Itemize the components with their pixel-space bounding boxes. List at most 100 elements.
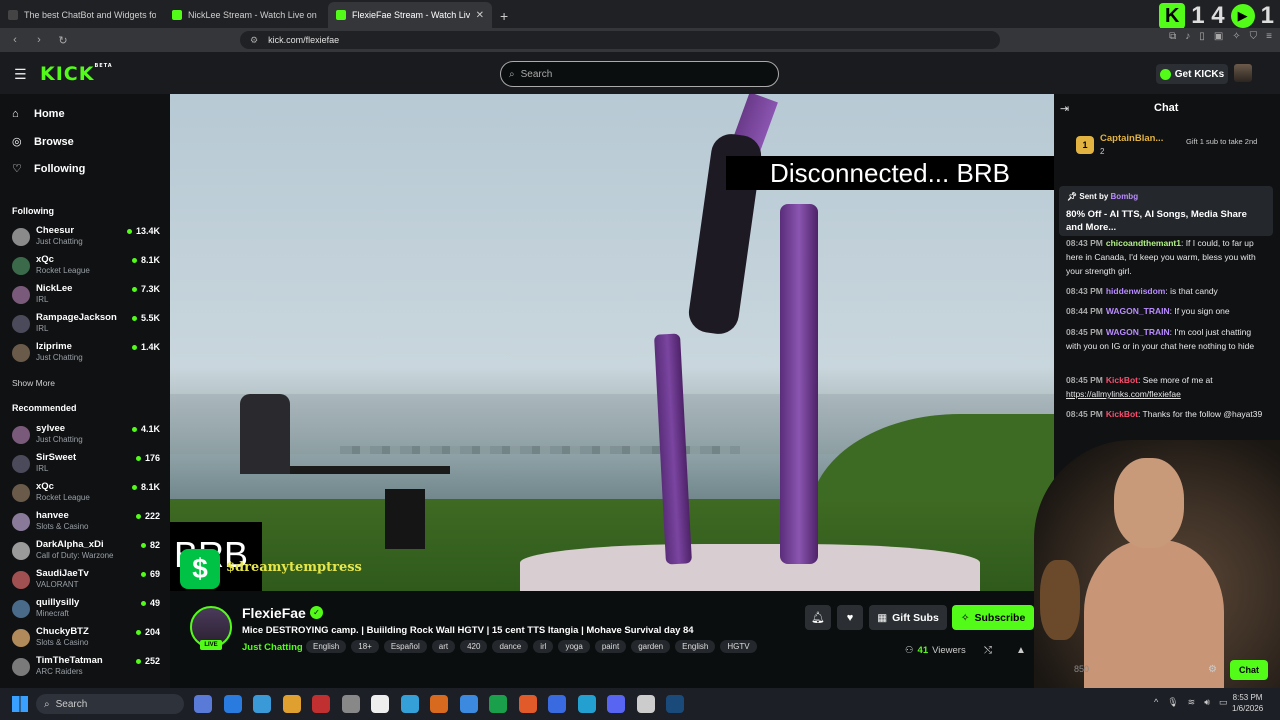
sidebar-channel-item[interactable]: RampageJackson IRL 5.5K — [12, 312, 160, 338]
pinned-message[interactable]: 📌︎ Sent by Bombg 80% Off - AI TTS, AI So… — [1059, 186, 1273, 236]
chat-username[interactable]: WAGON_TRAIN — [1106, 306, 1170, 316]
music-icon[interactable]: ♪ — [1185, 31, 1190, 42]
menu-icon[interactable]: ≡ — [1266, 31, 1272, 42]
chat-settings-icon[interactable]: ⚙ — [1208, 664, 1217, 675]
notification-bell-button[interactable]: 🔔︎ — [805, 605, 831, 630]
windows-start-icon[interactable] — [12, 696, 28, 712]
sidebar-channel-item[interactable]: NickLee IRL 7.3K — [12, 283, 160, 309]
stream-tag[interactable]: art — [431, 640, 456, 653]
chat-message: 08:45 PM KickBot: Thanks for the follow @… — [1066, 407, 1266, 421]
subscribe-button[interactable]: ✧ Subscribe — [952, 605, 1034, 630]
sidebar-channel-item[interactable]: hanvee Slots & Casino 222 — [12, 510, 160, 536]
taskbar-app-icon[interactable] — [430, 695, 448, 713]
channel-name[interactable]: FlexieFae — [242, 605, 306, 621]
taskbar-chrome-icon[interactable] — [489, 695, 507, 713]
taskbar-file-explorer-icon[interactable] — [282, 695, 301, 713]
gift-subs-button[interactable]: ▦ Gift Subs — [869, 605, 947, 630]
video-player[interactable]: Disconnected... BRB BRB $ $dreamytemptre… — [170, 94, 1054, 591]
chat-username[interactable]: chicoandthemant1 — [1106, 238, 1181, 248]
address-bar[interactable]: ⚙ kick.com/flexiefae — [240, 31, 1000, 49]
nav-home[interactable]: ⌂ Home — [12, 108, 65, 120]
ai-icon[interactable]: ✧ — [1232, 31, 1240, 42]
follow-button[interactable]: ♥ — [837, 605, 863, 630]
share-icon[interactable]: ⤭ — [984, 645, 992, 656]
chat-username[interactable]: KickBot — [1106, 409, 1138, 419]
sidebar-channel-item[interactable]: xQc Rocket League 8.1K — [12, 254, 160, 280]
stream-tag[interactable]: dance — [492, 640, 529, 653]
search-input[interactable]: ⌕ Search — [500, 61, 779, 87]
browser-tab[interactable]: The best ChatBot and Widgets for Kic — [0, 2, 164, 28]
nav-browse[interactable]: ◎ Browse — [12, 135, 74, 149]
chat-link[interactable]: https://allmylinks.com/flexiefae — [1066, 389, 1181, 399]
taskbar-edge-icon[interactable] — [518, 695, 537, 713]
site-settings-icon[interactable]: ⚙ — [250, 35, 258, 46]
taskbar-netflix-icon[interactable] — [312, 695, 330, 713]
sidebar-channel-item[interactable]: quillysilly Minecraft 49 — [12, 597, 160, 623]
sidebar-channel-item[interactable]: TimTheTatman ARC Raiders 252 — [12, 655, 160, 681]
stream-tag[interactable]: paint — [594, 640, 627, 653]
gift-note[interactable]: Gift 1 sub to take 2nd — [1186, 137, 1276, 146]
collapse-chat-icon[interactable]: ⇥ — [1060, 102, 1069, 115]
stream-tag[interactable]: English — [306, 640, 347, 653]
taskbar-clock[interactable]: 8:53 PM 1/6/2026 — [1232, 692, 1263, 714]
sidebar-channel-item[interactable]: ChuckyBTZ Slots & Casino 204 — [12, 626, 160, 652]
taskbar-firefox-icon[interactable] — [548, 695, 566, 713]
stream-tag[interactable]: HGTV — [720, 640, 757, 653]
chat-username[interactable]: WAGON_TRAIN — [1106, 327, 1170, 337]
wifi-icon[interactable]: ≋ — [1188, 697, 1196, 708]
battery-icon[interactable]: ▭ — [1219, 697, 1228, 708]
report-icon[interactable]: ▲ — [1016, 645, 1026, 656]
taskbar-app-icon[interactable] — [223, 695, 242, 713]
browser-tab-active[interactable]: FlexieFae Stream - Watch Live ✕ — [328, 2, 492, 28]
stream-category-link[interactable]: Just Chatting — [242, 642, 303, 653]
sidebar-channel-item[interactable]: xQc Rocket League 8.1K — [12, 481, 160, 507]
sidebar-channel-item[interactable]: lziprime Just Chatting 1.4K — [12, 341, 160, 367]
stream-tag[interactable]: English — [675, 640, 716, 653]
taskbar-discord-icon[interactable] — [636, 695, 655, 713]
taskbar-app-icon[interactable] — [341, 695, 360, 713]
stream-tag[interactable]: 18+ — [351, 640, 379, 653]
back-icon[interactable]: ‹ — [8, 34, 22, 46]
stream-tag[interactable]: yoga — [558, 640, 590, 653]
taskbar-search[interactable]: ⌕ Search — [36, 694, 184, 714]
microphone-icon[interactable]: 🎙︎ — [1167, 697, 1178, 708]
sidebar-icon[interactable]: ▯ — [1199, 31, 1205, 42]
stream-tag[interactable]: 420 — [460, 640, 488, 653]
sidebar-channel-item[interactable]: sylvee Just Chatting 4.1K — [12, 423, 160, 449]
taskbar-app-icon[interactable] — [577, 695, 596, 713]
forward-icon[interactable]: › — [32, 34, 46, 46]
leader-name[interactable]: CaptainBlan... — [1100, 133, 1163, 144]
get-kicks-button[interactable]: Get KICKs — [1156, 64, 1228, 84]
sidebar-channel-item[interactable]: Cheesur Just Chatting 13.4K — [12, 225, 160, 251]
chat-send-button[interactable]: Chat — [1230, 660, 1268, 680]
chevron-up-icon[interactable]: ^ — [1154, 697, 1158, 708]
taskbar-chrome-icon[interactable] — [400, 695, 419, 713]
reload-icon[interactable]: ↻ — [56, 34, 70, 47]
user-avatar[interactable] — [1234, 64, 1252, 82]
taskbar-app-icon[interactable] — [253, 695, 271, 713]
sidebar-channel-item[interactable]: DarkAlpha_xDi Call of Duty: Warzone 82 — [12, 539, 160, 565]
extensions-icon[interactable]: ⧉ — [1169, 31, 1176, 42]
sidebar-channel-item[interactable]: SirSweet IRL 176 — [12, 452, 160, 478]
taskbar-vscode-icon[interactable] — [607, 695, 625, 713]
hamburger-menu-icon[interactable]: ☰ — [14, 66, 27, 83]
taskbar-app-icon[interactable] — [371, 695, 389, 713]
taskbar-widget-icon[interactable] — [194, 695, 212, 713]
new-tab-button[interactable]: + — [500, 8, 508, 24]
close-tab-icon[interactable]: ✕ — [476, 10, 484, 21]
sidebar-channel-item[interactable]: SaudiJaeTv VALORANT 69 — [12, 568, 160, 594]
stream-tag[interactable]: irl — [533, 640, 554, 653]
chat-username[interactable]: hiddenwisdom — [1106, 286, 1166, 296]
show-more-link[interactable]: Show More — [12, 378, 55, 388]
stream-tag[interactable]: garden — [631, 640, 671, 653]
wallet-icon[interactable]: ▣ — [1214, 31, 1223, 42]
stream-tag[interactable]: Español — [383, 640, 427, 653]
volume-icon[interactable]: 🔊︎ — [1204, 697, 1210, 708]
taskbar-steam-icon[interactable] — [666, 695, 684, 713]
nav-following[interactable]: ♡ Following — [12, 162, 85, 176]
kick-logo[interactable]: KICKBETA — [40, 63, 113, 85]
shield-icon[interactable]: ⛉ — [1250, 31, 1258, 42]
browser-tab[interactable]: NickLee Stream - Watch Live on Kick — [164, 2, 328, 28]
taskbar-brave-icon[interactable] — [459, 695, 478, 713]
chat-username[interactable]: KickBot — [1106, 375, 1138, 385]
